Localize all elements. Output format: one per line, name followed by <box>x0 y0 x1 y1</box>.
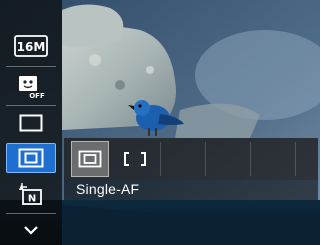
single-af-icon <box>78 150 102 168</box>
scroll-down-button[interactable] <box>6 215 56 245</box>
aspect-button[interactable] <box>6 108 56 138</box>
menu-divider <box>6 66 56 67</box>
flash-mode-label: N <box>28 194 36 205</box>
smile-shutter-off-icon: OFF <box>19 76 45 100</box>
flash-auto-icon: N <box>19 183 42 205</box>
smile-shutter-off-label: OFF <box>29 92 45 100</box>
single-af-option[interactable] <box>71 141 109 177</box>
focus-area-button[interactable] <box>6 143 56 173</box>
selected-option-label: Single-AF <box>76 181 140 197</box>
continuous-af-option[interactable] <box>116 141 154 177</box>
continuous-af-icon <box>124 152 146 166</box>
option-divider <box>250 142 251 176</box>
option-divider <box>160 142 161 176</box>
image-size-button[interactable]: 16M <box>6 31 56 61</box>
focus-area-icon <box>18 148 44 168</box>
smile-shutter-button[interactable]: OFF <box>6 72 56 102</box>
chevron-down-icon <box>24 226 38 235</box>
image-size-label: 16M <box>17 40 46 54</box>
camera-screen: 16M OFF N Single-AF <box>0 0 320 245</box>
menu-divider <box>6 105 56 106</box>
side-menu: 16M OFF N <box>0 0 62 245</box>
aspect-frame-icon <box>19 114 43 132</box>
option-divider <box>295 142 296 176</box>
image-size-16m-icon: 16M <box>14 35 48 57</box>
option-divider <box>205 142 206 176</box>
focus-mode-options <box>64 138 318 180</box>
flash-button[interactable]: N <box>6 180 56 210</box>
menu-divider <box>6 213 56 214</box>
option-label-bar: Single-AF <box>64 180 318 200</box>
